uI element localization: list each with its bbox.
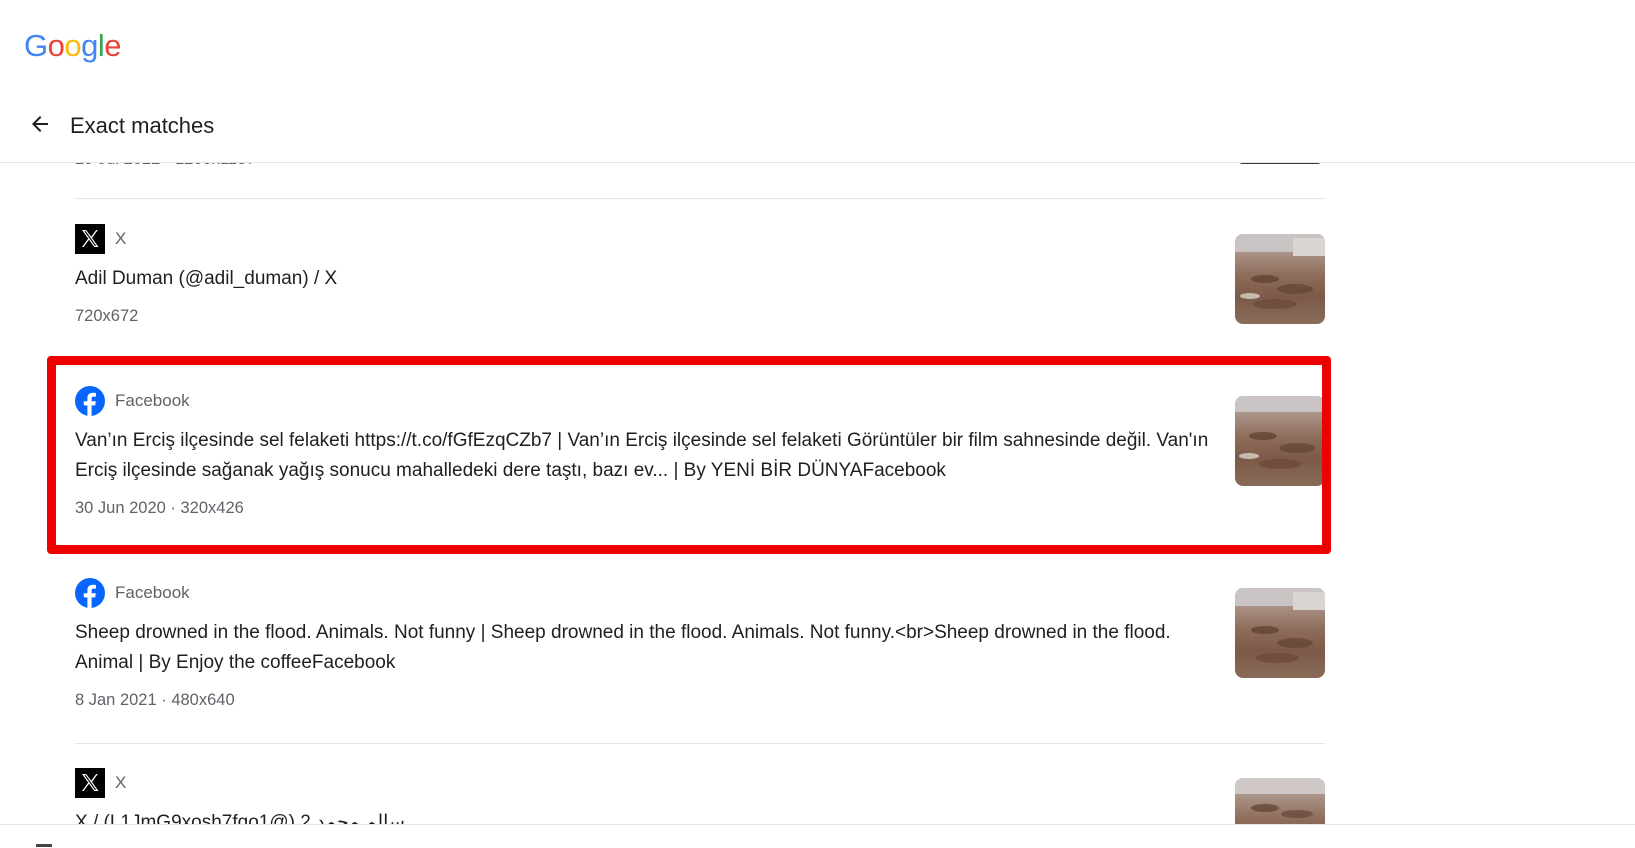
page-title: Exact matches <box>70 113 215 138</box>
result-thumbnail[interactable] <box>1235 588 1325 678</box>
source-name: Facebook <box>115 583 190 602</box>
result-title-link[interactable]: Sheep drowned in the flood. Animals. Not… <box>75 618 1215 678</box>
arrow-left-icon <box>28 112 52 141</box>
result-item[interactable]: Facebook Van’ın Erciş ilçesinde sel fela… <box>75 386 1325 518</box>
result-thumbnail[interactable] <box>1235 396 1325 486</box>
x-logo-icon <box>75 224 105 254</box>
result-thumbnail[interactable] <box>1235 234 1325 324</box>
source-name: X <box>115 773 127 792</box>
facebook-logo-icon <box>75 578 105 608</box>
result-title-link[interactable]: Van’ın Erciş ilçesinde sel felaketi http… <box>75 426 1215 486</box>
bottom-bar <box>0 824 1635 848</box>
source-row: X <box>75 224 1325 254</box>
result-meta: 30 Jun 2020 · 320x426 <box>75 499 244 517</box>
source-name: X <box>115 229 127 248</box>
result-item[interactable]: Facebook Sheep drowned in the flood. Ani… <box>75 578 1325 710</box>
result-meta: 720x672 <box>75 307 139 325</box>
divider <box>75 743 1325 744</box>
source-row: Facebook <box>75 578 1325 608</box>
results-header: Exact matches <box>0 96 1635 163</box>
divider <box>75 198 1325 199</box>
result-meta: 8 Jan 2021 · 480x640 <box>75 691 235 709</box>
back-button[interactable] <box>24 110 56 142</box>
source-row: X <box>75 768 1325 798</box>
bottom-bar-handle <box>36 844 52 847</box>
page: Google 29 Jul 2022 · 1200x1187 X Adil Du… <box>0 0 1635 848</box>
result-item[interactable]: X Adil Duman (@adil_duman) / X 720x672 <box>75 224 1325 326</box>
facebook-logo-icon <box>75 386 105 416</box>
source-name: Facebook <box>115 391 190 410</box>
source-row: Facebook <box>75 386 1325 416</box>
result-title-link[interactable]: Adil Duman (@adil_duman) / X <box>75 264 1215 294</box>
x-logo-icon <box>75 768 105 798</box>
